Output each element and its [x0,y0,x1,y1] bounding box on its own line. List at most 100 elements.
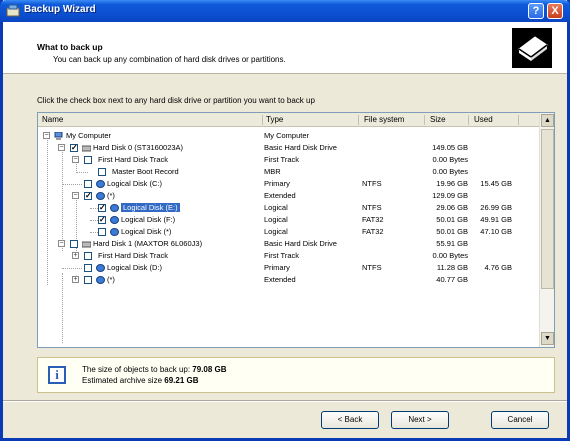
column-file-system[interactable]: File system [364,115,404,124]
tree-row-mbr[interactable]: Master Boot Record MBR 0.00 Bytes [38,167,538,178]
partition-icon [110,216,119,224]
row-file-system: FAT32 [362,215,384,224]
row-file-system: NTFS [362,203,382,212]
row-size: 50.01 GB [436,227,468,236]
row-used: 15.45 GB [480,179,512,188]
first-track-1-checkbox[interactable] [84,252,92,260]
row-size: 149.05 GB [432,143,468,152]
computer-icon [54,132,63,140]
partition-icon [96,276,105,284]
row-name: Logical Disk (*) [121,227,172,236]
partition-icon [110,228,119,236]
info-icon: i [48,366,66,384]
hard-disk-0-checkbox[interactable]: ✓ [70,144,78,152]
tree-row-my-computer[interactable]: − My Computer My Computer [38,131,538,142]
row-size: 0.00 Bytes [432,155,468,164]
tree-row-extended-1[interactable]: + (*) Extended 40.77 GB [38,275,538,286]
hard-disk-icon [82,145,91,152]
help-button[interactable]: ? [528,3,544,19]
row-name: Logical Disk (F:) [121,215,176,224]
row-file-system: NTFS [362,263,382,272]
mbr-checkbox[interactable] [98,168,106,176]
partition-icon [96,180,105,188]
column-name[interactable]: Name [42,115,63,124]
hard-drive-icon [512,28,552,68]
page-subtitle: You can back up any combination of hard … [53,55,286,64]
row-size: 129.09 GB [432,191,468,200]
disk-c-checkbox[interactable] [84,180,92,188]
tree-row-first-track-1[interactable]: + First Hard Disk Track First Track 0.00… [38,251,538,262]
tree-row-disk-c[interactable]: Logical Disk (C:) Primary NTFS 19.96 GB … [38,179,538,190]
title-bar[interactable]: Backup Wizard ? X [0,0,570,22]
row-used: 49.91 GB [480,215,512,224]
hard-disk-1-checkbox[interactable] [70,240,78,248]
cancel-button[interactable]: Cancel [491,411,549,429]
row-size: 40.77 GB [436,275,468,284]
disk-tree-view[interactable]: Name Type File system Size Used − My Com… [37,112,555,348]
row-size: 0.00 Bytes [432,251,468,260]
row-type: Basic Hard Disk Drive [264,239,337,248]
tree-row-first-track[interactable]: − First Hard Disk Track First Track 0.00… [38,155,538,166]
row-size: 0.00 Bytes [432,167,468,176]
row-size: 19.96 GB [436,179,468,188]
tree-row-disk-star[interactable]: Logical Disk (*) Logical FAT32 50.01 GB … [38,227,538,238]
close-button[interactable]: X [547,3,563,19]
tree-row-disk-f[interactable]: ✓ Logical Disk (F:) Logical FAT32 50.01 … [38,215,538,226]
expand-icon[interactable]: + [72,252,79,259]
tree-row-disk-e[interactable]: ✓ Logical Disk (E:) Logical NTFS 29.06 G… [38,203,538,214]
partition-icon [96,192,105,200]
disk-e-checkbox[interactable]: ✓ [98,204,106,212]
disk-d-checkbox[interactable] [84,264,92,272]
objects-size-line: The size of objects to back up: 79.08 GB [82,365,227,374]
row-type: MBR [264,167,281,176]
collapse-icon[interactable]: − [72,156,79,163]
backup-wizard-window: Backup Wizard ? X What to back up You ca… [0,0,570,441]
row-size: 55.91 GB [436,239,468,248]
collapse-icon[interactable]: − [72,192,79,199]
column-size[interactable]: Size [430,115,446,124]
row-name: Logical Disk (D:) [107,263,163,272]
row-type: First Track [264,251,299,260]
row-type: Extended [264,275,296,284]
row-name: Master Boot Record [112,167,179,176]
backup-size-info: i The size of objects to back up: 79.08 … [37,357,555,393]
back-button[interactable]: < Back [321,411,379,429]
partition-icon [110,204,119,212]
backup-app-icon [6,4,20,17]
tree-row-extended-0[interactable]: − ✓ (*) Extended 129.09 GB [38,191,538,202]
disk-f-checkbox[interactable]: ✓ [98,216,106,224]
row-type: Primary [264,263,290,272]
row-name: Hard Disk 0 (ST3160023A) [93,143,184,152]
collapse-icon[interactable]: − [58,144,65,151]
disk-star-checkbox[interactable] [98,228,106,236]
column-type[interactable]: Type [266,115,283,124]
objects-size-label: The size of objects to back up: [82,365,191,374]
archive-size-line: Estimated archive size 69.21 GB [82,376,199,385]
partition-icon [96,264,105,272]
column-header-row: Name Type File system Size Used [38,113,539,127]
row-name: First Hard Disk Track [98,155,169,164]
vertical-scrollbar[interactable]: ▲ ▼ [539,113,554,347]
extended-0-checkbox[interactable]: ✓ [84,192,92,200]
column-used[interactable]: Used [474,115,493,124]
tree-row-hard-disk-0[interactable]: − ✓ Hard Disk 0 (ST3160023A) Basic Hard … [38,143,538,154]
tree-row-disk-d[interactable]: Logical Disk (D:) Primary NTFS 11.28 GB … [38,263,538,274]
next-button[interactable]: Next > [391,411,449,429]
scroll-thumb[interactable] [541,129,554,289]
tree-row-hard-disk-1[interactable]: − Hard Disk 1 (MAXTOR 6L060J3) Basic Har… [38,239,538,250]
row-size: 50.01 GB [436,215,468,224]
extended-1-checkbox[interactable] [84,276,92,284]
row-type: Logical [264,215,288,224]
scroll-up-button[interactable]: ▲ [541,114,554,127]
archive-size-label: Estimated archive size [82,376,163,385]
scroll-down-button[interactable]: ▼ [541,332,554,345]
row-type: First Track [264,155,299,164]
row-file-system: NTFS [362,179,382,188]
collapse-icon[interactable]: − [58,240,65,247]
collapse-icon[interactable]: − [43,132,50,139]
first-track-checkbox[interactable] [84,156,92,164]
expand-icon[interactable]: + [72,276,79,283]
row-name: (*) [107,191,115,200]
window-title: Backup Wizard [24,4,96,15]
footer-divider [3,400,567,402]
